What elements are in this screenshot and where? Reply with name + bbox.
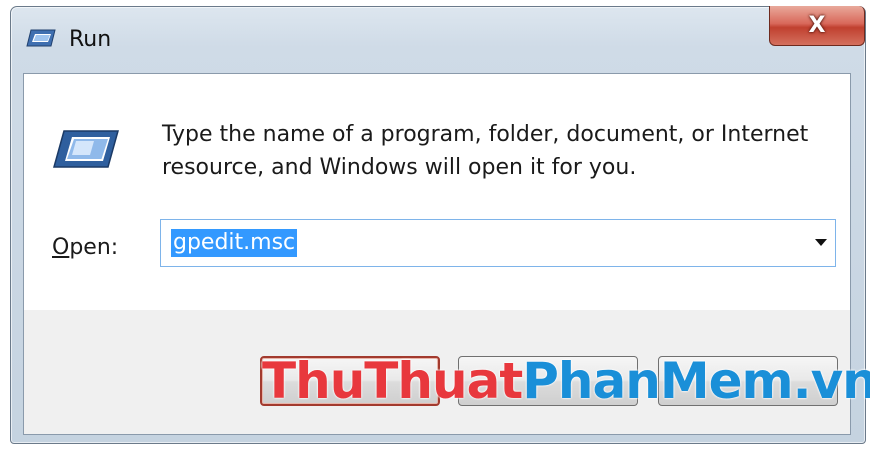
window-title: Run: [69, 27, 112, 52]
dialog-content-area: Type the name of a program, folder, docu…: [24, 74, 850, 310]
instruction-text: Type the name of a program, folder, docu…: [162, 122, 809, 180]
open-combobox[interactable]: gpedit.msc: [160, 219, 836, 267]
watermark-part-blue: PhanMem.vn: [522, 352, 870, 410]
title-bar[interactable]: Run X: [11, 6, 865, 67]
run-app-icon: [26, 29, 56, 47]
watermark-part-red: ThuThuat: [262, 352, 523, 410]
watermark: ThuThuatPhanMem.vn: [262, 352, 870, 410]
close-icon: X: [808, 13, 826, 38]
dropdown-arrow-icon[interactable]: [815, 239, 827, 246]
open-label-text: pen:: [69, 235, 119, 260]
close-button[interactable]: X: [769, 6, 865, 46]
open-input[interactable]: gpedit.msc: [171, 229, 298, 257]
open-label-accelerator: O: [52, 235, 70, 260]
run-program-icon: [53, 130, 119, 168]
open-label: Open:: [52, 235, 118, 260]
